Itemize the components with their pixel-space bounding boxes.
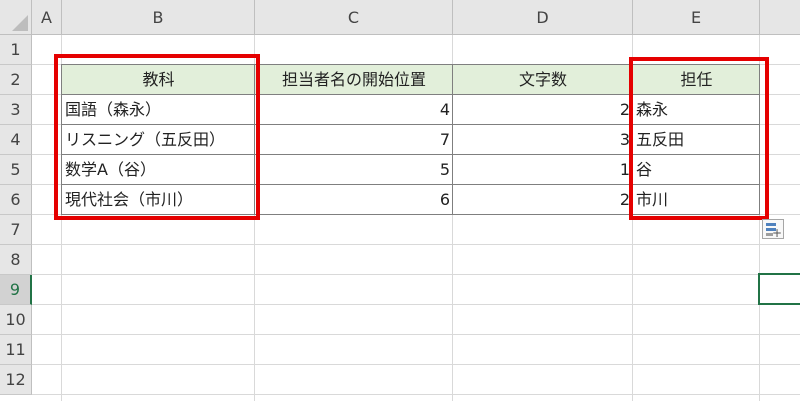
header-cell-start-position[interactable]: 担当者名の開始位置 [255,65,453,95]
row-header-10[interactable]: 10 [0,305,32,335]
cell-char-count[interactable]: 2 [453,95,633,125]
cell-start-position[interactable]: 4 [255,95,453,125]
row-header-7[interactable]: 7 [0,215,32,245]
cell-char-count[interactable]: 2 [453,185,633,215]
flash-fill-options-icon[interactable]: + [762,219,784,239]
row-header-8[interactable]: 8 [0,245,32,275]
cell-start-position[interactable]: 6 [255,185,453,215]
select-all-corner[interactable] [0,0,32,35]
grid-line [32,364,800,365]
highlight-box-subject-column [54,54,260,220]
row-header-6[interactable]: 6 [0,185,32,215]
row-header-4[interactable]: 4 [0,125,32,155]
row-header-12[interactable]: 12 [0,365,32,395]
grid-line [32,244,800,245]
column-header-d[interactable]: D [453,0,633,35]
select-all-triangle-icon [12,15,28,31]
spreadsheet: A B C D E 1 2 3 4 5 6 7 8 9 10 11 12 教科 … [0,0,800,401]
cell-start-position[interactable]: 7 [255,125,453,155]
selected-cell[interactable] [758,273,800,305]
column-header-f[interactable] [760,0,800,35]
row-header-11[interactable]: 11 [0,335,32,365]
grid-line [32,394,800,395]
column-header-c[interactable]: C [255,0,453,35]
row-header-2[interactable]: 2 [0,65,32,95]
row-header-5[interactable]: 5 [0,155,32,185]
column-header-b[interactable]: B [62,0,255,35]
column-header-a[interactable]: A [32,0,62,35]
grid-line [32,334,800,335]
column-header-e[interactable]: E [633,0,760,35]
highlight-box-teacher-column [629,57,769,220]
grid-line [32,274,800,275]
cell-char-count[interactable]: 1 [453,155,633,185]
cell-char-count[interactable]: 3 [453,125,633,155]
row-header-9[interactable]: 9 [0,275,32,305]
header-cell-char-count[interactable]: 文字数 [453,65,633,95]
row-header-1[interactable]: 1 [0,35,32,65]
row-header-3[interactable]: 3 [0,95,32,125]
grid-line [32,304,800,305]
cell-start-position[interactable]: 5 [255,155,453,185]
table-border [452,64,453,215]
